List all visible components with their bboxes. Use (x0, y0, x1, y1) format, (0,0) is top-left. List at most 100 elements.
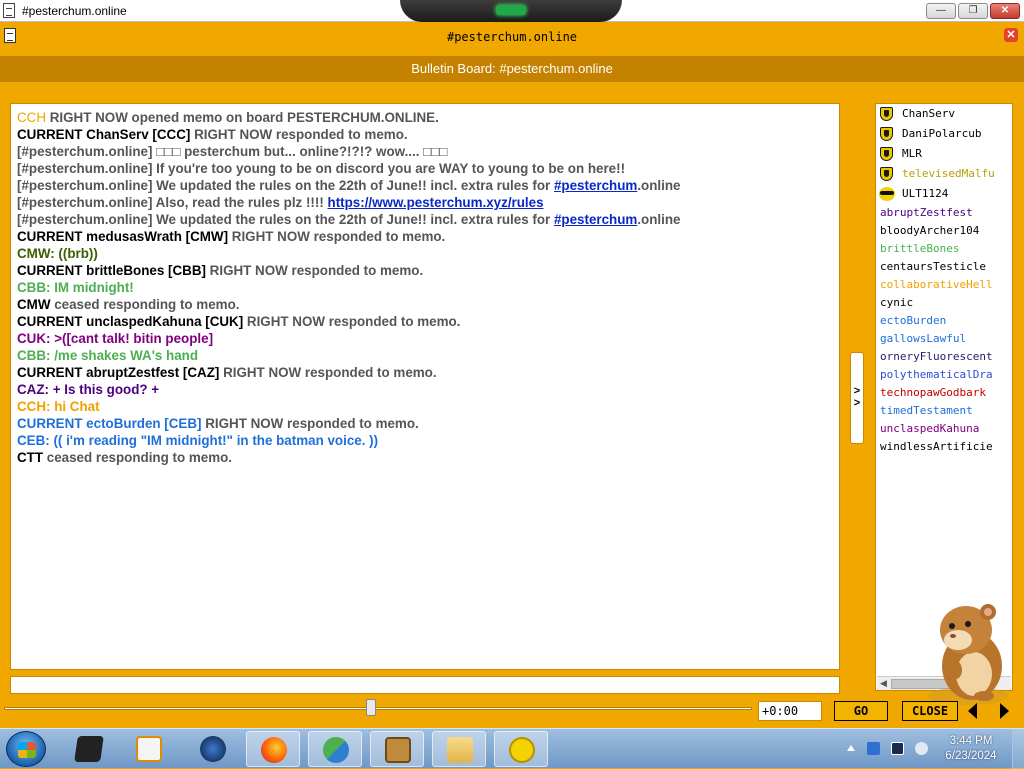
users-icon (323, 737, 349, 763)
user-list-item[interactable]: centaursTesticle (876, 258, 1012, 276)
folder-icon (447, 737, 473, 763)
next-arrow-icon[interactable] (1000, 703, 1009, 719)
chat-text: ceased responding to memo. (50, 297, 240, 312)
chat-line: CUK: >([cant talk! bitin people] (17, 330, 833, 347)
user-list-item[interactable]: bloodyArcher104 (876, 222, 1012, 240)
pesterchum-icon (509, 737, 535, 763)
chat-text: CMW (17, 297, 51, 312)
chat-text: □□□ pesterchum but... online?!?!? wow...… (152, 144, 448, 159)
chat-text: RIGHT NOW responded to memo. (201, 416, 419, 431)
hamster-mascot-icon (928, 604, 1008, 705)
user-name: cynic (880, 296, 914, 309)
taskbar-firefox[interactable] (246, 731, 300, 767)
user-list-item[interactable]: televisedMalfu (876, 164, 1012, 184)
taskbar-pesterchum[interactable] (494, 731, 548, 767)
window-title: #pesterchum.online (22, 4, 127, 18)
chat-text: CURRENT unclaspedKahuna [CUK] (17, 314, 244, 329)
minimize-button[interactable]: — (926, 3, 956, 19)
show-hidden-icons-icon[interactable] (847, 745, 855, 751)
chat-text: CTT (17, 450, 44, 465)
chat-text: CUK: >([cant talk! bitin people] (17, 331, 214, 346)
user-list-item[interactable]: collaborativeHell (876, 276, 1012, 294)
chat-line: [#pesterchum.online] We updated the rule… (17, 177, 833, 194)
windows-logo-icon (18, 742, 36, 758)
user-list-item[interactable]: polythematicalDra (876, 366, 1012, 384)
chat-text: CMW: ((brb)) (17, 246, 98, 261)
document-icon (3, 3, 15, 18)
taskbar: 3:44 PM 6/23/2024 (0, 728, 1024, 769)
maximize-button[interactable]: ❐ (958, 3, 988, 19)
user-name: MLR (902, 147, 922, 160)
taskbar-folder[interactable] (432, 731, 486, 767)
taskbar-box-app[interactable] (370, 731, 424, 767)
user-name: brittleBones (880, 242, 960, 255)
titlebar-notch (400, 0, 622, 22)
message-input[interactable] (10, 676, 840, 694)
chat-text: .online (637, 212, 681, 227)
user-name: collaborativeHell (880, 278, 993, 291)
chat-text: CCH (17, 110, 47, 125)
taskbar-terminal[interactable] (62, 731, 116, 767)
chat-log[interactable]: CCH RIGHT NOW opened memo on board PESTE… (10, 103, 840, 670)
chat-line: CURRENT ChanServ [CCC] RIGHT NOW respond… (17, 126, 833, 143)
chat-text: CAZ: + Is this good? + (17, 382, 160, 397)
user-name: timedTestament (880, 404, 973, 417)
status-led-icon (496, 5, 526, 15)
user-list-item[interactable]: cynic (876, 294, 1012, 312)
timeline-slider-thumb[interactable] (366, 699, 376, 716)
user-list-item[interactable]: windlessArtificie (876, 438, 1012, 456)
start-button[interactable] (6, 731, 46, 767)
go-button[interactable]: GO (834, 701, 888, 721)
user-list-item[interactable]: MLR (876, 144, 1012, 164)
chat-text: CURRENT ChanServ [CCC] (17, 127, 191, 142)
display-icon[interactable] (891, 742, 904, 755)
volume-icon[interactable] (915, 742, 928, 755)
chevron-right-icon: > (853, 385, 861, 397)
user-list-item[interactable]: ChanServ (876, 104, 1012, 124)
user-list-item[interactable]: orneryFluorescent (876, 348, 1012, 366)
taskbar-media-player[interactable] (122, 731, 176, 767)
timeline-slider-track[interactable] (4, 707, 752, 710)
shield-icon (880, 127, 893, 141)
terminal-icon (74, 736, 104, 762)
chat-line: CURRENT unclaspedKahuna [CUK] RIGHT NOW … (17, 313, 833, 330)
chat-line: CMW: ((brb)) (17, 245, 833, 262)
chat-link[interactable]: https://www.pesterchum.xyz/rules (328, 195, 544, 210)
chat-line: CURRENT abruptZestfest [CAZ] RIGHT NOW r… (17, 364, 833, 381)
chevron-right-icon: > (853, 397, 861, 409)
chat-text: RIGHT NOW responded to memo. (228, 229, 446, 244)
prev-arrow-icon[interactable] (968, 703, 977, 719)
globe-icon (200, 736, 226, 762)
chat-text: If you're too young to be on discord you… (152, 161, 626, 176)
user-list-item[interactable]: ectoBurden (876, 312, 1012, 330)
user-list-item[interactable]: DaniPolarcub (876, 124, 1012, 144)
chat-text: [#pesterchum.online] (17, 144, 153, 159)
chat-line: CAZ: + Is this good? + (17, 381, 833, 398)
user-list-item[interactable]: unclaspedKahuna (876, 420, 1012, 438)
user-list-item[interactable]: brittleBones (876, 240, 1012, 258)
close-memo-button[interactable]: CLOSE (902, 701, 958, 721)
taskbar-users[interactable] (308, 731, 362, 767)
user-list-item[interactable]: technopawGodbark (876, 384, 1012, 402)
taskbar-globe[interactable] (186, 731, 240, 767)
chat-line: CMW ceased responding to memo. (17, 296, 833, 313)
user-name: polythematicalDra (880, 368, 993, 381)
time-offset-field[interactable]: +0:00 (758, 701, 822, 721)
user-name: centaursTesticle (880, 260, 986, 273)
chat-link[interactable]: #pesterchum (554, 212, 637, 227)
show-desktop-button[interactable] (1012, 729, 1024, 769)
user-list-item[interactable]: timedTestament (876, 402, 1012, 420)
scroll-left-icon[interactable]: ◀ (880, 678, 887, 689)
memo-close-button[interactable]: ✕ (1004, 28, 1018, 42)
user-list-item[interactable]: ULT1124 (876, 184, 1012, 204)
chat-text: CBB: IM midnight! (17, 280, 134, 295)
user-list-item[interactable]: abruptZestfest (876, 204, 1012, 222)
chat-line: CCH RIGHT NOW opened memo on board PESTE… (17, 109, 833, 126)
window-close-button[interactable]: ✕ (990, 3, 1020, 19)
network-icon[interactable] (867, 742, 880, 755)
window-titlebar: #pesterchum.online — ❐ ✕ (0, 0, 1024, 22)
expand-userlist-button[interactable]: > > (850, 352, 864, 444)
clock[interactable]: 3:44 PM 6/23/2024 (943, 734, 999, 764)
user-list-item[interactable]: gallowsLawful (876, 330, 1012, 348)
chat-link[interactable]: #pesterchum (554, 178, 637, 193)
